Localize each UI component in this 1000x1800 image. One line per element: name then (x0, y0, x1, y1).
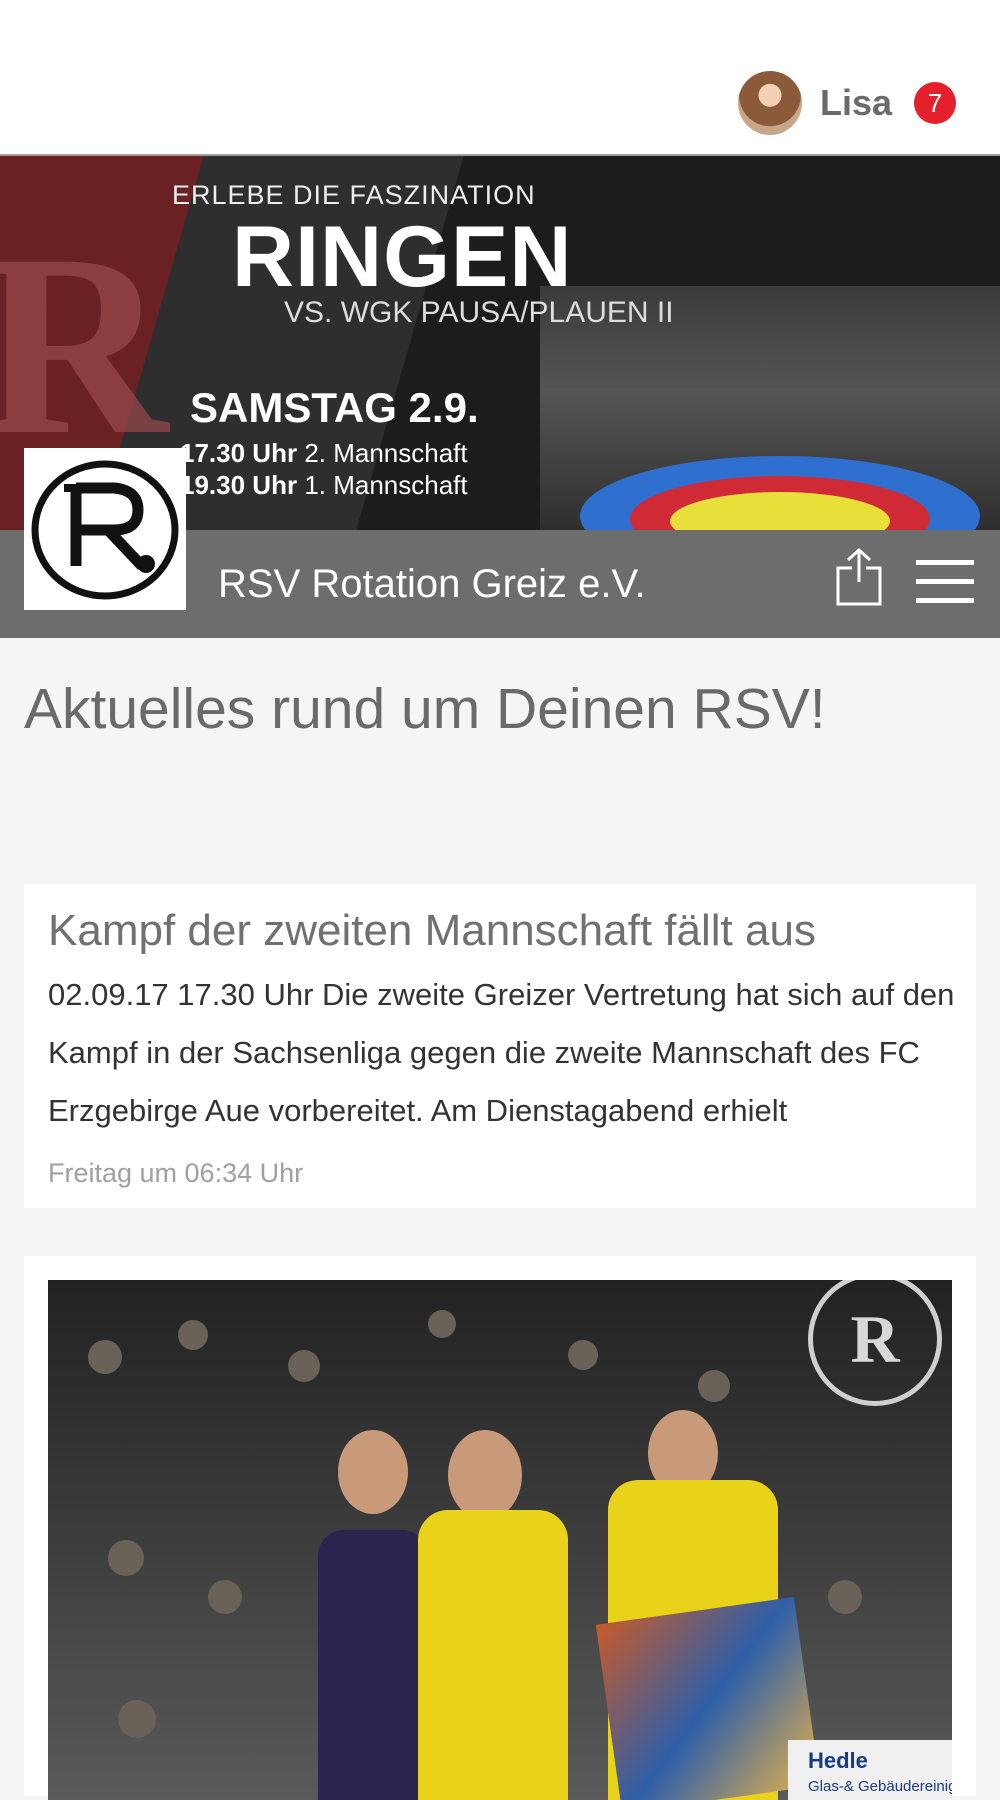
coach (418, 1510, 568, 1800)
club-name: RSV Rotation Greiz e.V. (218, 562, 646, 606)
banner-schedule-1: 17.30 Uhr 2. Mannschaft (180, 438, 468, 469)
menu-icon-bar (916, 598, 974, 603)
wrestler (318, 1530, 428, 1800)
banner-schedule-2-team: 1. Mannschaft (304, 470, 468, 500)
page-title: Aktuelles rund um Deinen RSV! (24, 677, 826, 741)
banner-title: RINGEN (232, 209, 573, 305)
banner-tagline: ERLEBE DIE FASZINATION (172, 180, 536, 210)
menu-icon-bar (916, 579, 974, 584)
flag (595, 1597, 821, 1800)
menu-icon (916, 560, 974, 565)
username[interactable]: Lisa (820, 82, 892, 124)
crowd (88, 1340, 122, 1374)
news-card-excerpt: 02.09.17 17.30 Uhr Die zweite Greizer Ve… (48, 977, 955, 1128)
avatar[interactable] (737, 71, 802, 135)
user-menu[interactable]: Lisa 7 (737, 71, 956, 135)
watermark-logo: R (808, 1280, 942, 1406)
sponsor-banner: Hedle Glas-& Gebäudereinig (788, 1740, 952, 1800)
crowd (178, 1320, 208, 1350)
banner-schedule-1-time: 17.30 Uhr (180, 438, 298, 468)
crowd (118, 1700, 156, 1738)
crowd (208, 1580, 242, 1614)
sponsor-name: Hedle (808, 1748, 868, 1773)
share-button[interactable] (834, 546, 884, 606)
banner-schedule-2-time: 19.30 Uhr (180, 470, 298, 500)
menu-button[interactable] (916, 560, 974, 604)
banner-schedule-1-team: 2. Mannschaft (304, 438, 468, 468)
share-icon (836, 547, 882, 606)
crowd (698, 1370, 730, 1402)
crowd (108, 1540, 144, 1576)
sponsor-subtitle: Glas-& Gebäudereinig (808, 1778, 952, 1795)
news-card[interactable]: R Hedle Glas-& Gebäudereinig (24, 1256, 976, 1800)
news-card-title[interactable]: Kampf der zweiten Mannschaft fällt aus (48, 906, 816, 956)
top-bar: Lisa 7 (0, 0, 1000, 156)
wrestler-head (338, 1430, 408, 1514)
news-card-timestamp: Freitag um 06:34 Uhr (48, 1158, 304, 1188)
news-card[interactable]: Kampf der zweiten Mannschaft fällt aus 0… (24, 884, 976, 1208)
crowd (288, 1350, 320, 1382)
news-card-photo[interactable]: R Hedle Glas-& Gebäudereinig (48, 1280, 952, 1800)
crowd (568, 1340, 598, 1370)
banner-schedule-2: 19.30 Uhr 1. Mannschaft (180, 470, 468, 501)
banner-opponent: VS. WGK PAUSA/PLAUEN II (284, 296, 674, 329)
crowd (828, 1580, 862, 1614)
coach-head (448, 1430, 522, 1520)
crowd (428, 1310, 456, 1338)
club-logo[interactable] (24, 448, 186, 610)
banner-date: SAMSTAG 2.9. (190, 384, 479, 431)
notification-badge[interactable]: 7 (914, 82, 956, 124)
